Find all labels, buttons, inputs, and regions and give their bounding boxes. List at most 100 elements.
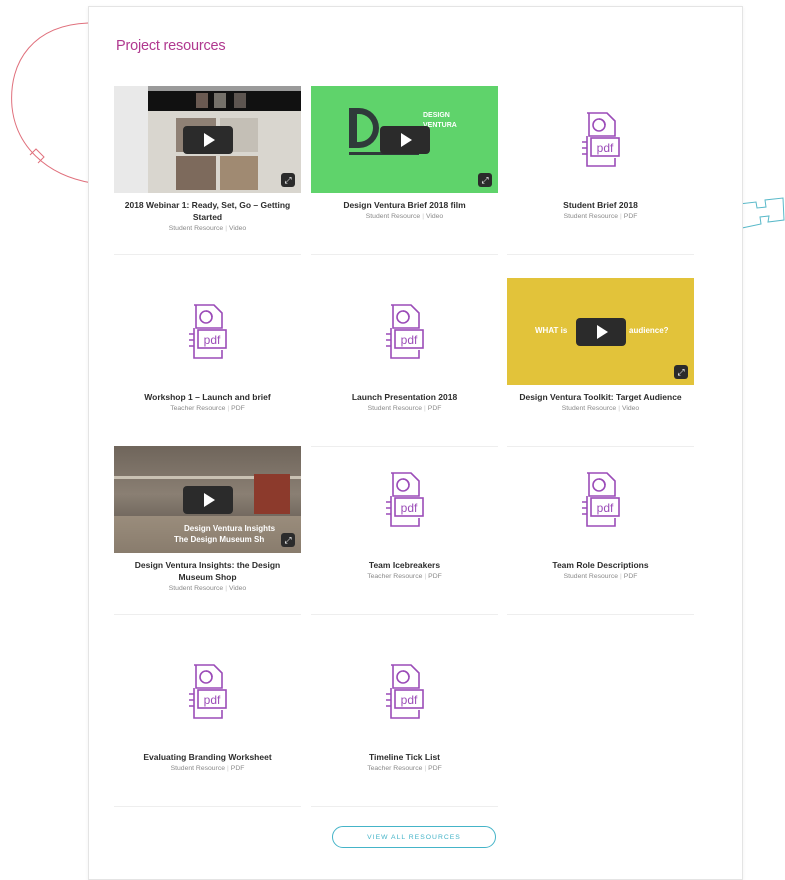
- card-divider: [507, 254, 694, 255]
- resource-meta: Student Resource | Video: [365, 213, 444, 220]
- resource-title[interactable]: Launch Presentation 2018: [311, 391, 498, 403]
- resource-meta: Student Resource | PDF: [367, 405, 442, 412]
- video-thumbnail[interactable]: WHAT is audience? ⤢: [507, 278, 694, 385]
- resource-card[interactable]: pdf Evaluating Branding Worksheet Student …: [114, 638, 301, 807]
- resource-meta: Student Resource | Video: [168, 225, 247, 232]
- resource-meta: Student Resource | PDF: [563, 213, 638, 220]
- resource-card[interactable]: Design Ventura Insights The Design Museum…: [114, 446, 301, 615]
- thumb-overlay-text: WHAT is: [535, 326, 568, 335]
- pdf-thumbnail[interactable]: pdf: [114, 278, 301, 385]
- pdf-file-icon: pdf: [188, 663, 227, 719]
- resource-type: PDF: [230, 765, 245, 772]
- resource-type: PDF: [428, 573, 442, 580]
- resource-category: Student Resource: [170, 765, 226, 772]
- resource-meta: Teacher Resource | PDF: [170, 405, 245, 412]
- pdf-thumbnail[interactable]: pdf: [507, 86, 694, 193]
- resource-title[interactable]: Timeline Tick List: [311, 751, 498, 763]
- resource-card[interactable]: pdf Student Brief 2018 Student Resource | PD…: [507, 86, 694, 255]
- pdf-file-icon: pdf: [188, 303, 227, 359]
- resource-card[interactable]: ⤢ 2018 Webinar 1: Ready, Set, Go – Gettin…: [114, 86, 301, 255]
- view-all-resources-button[interactable]: VIEW ALL RESOURCES: [332, 826, 496, 848]
- resource-type: Video: [228, 225, 247, 232]
- video-thumbnail[interactable]: DESIGN VENTURA ⤢: [311, 86, 498, 193]
- expand-icon[interactable]: ⤢: [281, 173, 295, 187]
- play-icon[interactable]: [575, 317, 626, 346]
- resource-title[interactable]: Workshop 1 – Launch and brief: [114, 391, 301, 403]
- resource-type: Video: [621, 405, 640, 412]
- resource-title[interactable]: Design Ventura Insights: the Design Muse…: [114, 559, 301, 583]
- resource-card[interactable]: pdf Timeline Tick List Teacher Resource | PD…: [311, 638, 498, 807]
- pdf-thumbnail[interactable]: pdf: [114, 638, 301, 745]
- expand-icon[interactable]: ⤢: [281, 533, 295, 547]
- resource-category: Student Resource: [367, 405, 423, 412]
- resource-type: PDF: [427, 405, 442, 412]
- resource-card[interactable]: pdf Team Icebreakers Teacher Resource | PDF: [311, 446, 498, 615]
- resource-type: PDF: [428, 765, 442, 772]
- resource-title[interactable]: Design Ventura Toolkit: Target Audience: [507, 391, 694, 403]
- resource-category: Student Resource: [561, 405, 617, 412]
- resource-card[interactable]: pdf Team Role Descriptions Student Resourc…: [507, 446, 694, 615]
- pdf-label: pdf: [203, 693, 220, 707]
- pdf-thumbnail[interactable]: pdf: [311, 446, 498, 553]
- pdf-thumbnail[interactable]: pdf: [311, 638, 498, 745]
- section-title: Project resources: [116, 38, 226, 54]
- video-thumbnail[interactable]: ⤢: [114, 86, 301, 193]
- thumb-overlay-text: The Design Museum Sh: [174, 535, 265, 544]
- card-divider: [114, 806, 301, 807]
- resource-category: Student Resource: [563, 573, 619, 580]
- resource-type: Video: [425, 213, 444, 220]
- pdf-file-icon: pdf: [385, 471, 424, 527]
- pdf-file-icon: pdf: [385, 663, 424, 719]
- thumb-overlay-text: audience?: [629, 326, 669, 335]
- resource-card[interactable]: pdf Workshop 1 – Launch and brief Teacher …: [114, 278, 301, 447]
- resource-type: PDF: [231, 405, 245, 412]
- resource-title[interactable]: Evaluating Branding Worksheet: [114, 751, 301, 763]
- expand-icon[interactable]: ⤢: [478, 173, 492, 187]
- resource-meta: Student Resource | PDF: [563, 573, 638, 580]
- resource-card[interactable]: WHAT is audience? ⤢ Design Ventura Toolkit:…: [507, 278, 694, 447]
- card-divider: [311, 614, 498, 615]
- play-icon[interactable]: [182, 485, 233, 514]
- thumb-overlay-text: DESIGN: [423, 112, 450, 119]
- pdf-label: pdf: [203, 333, 220, 347]
- pdf-label: pdf: [400, 693, 417, 707]
- resource-category: Teacher Resource: [170, 405, 226, 412]
- resource-type: PDF: [623, 213, 638, 220]
- resource-title[interactable]: 2018 Webinar 1: Ready, Set, Go – Getting…: [114, 199, 301, 223]
- resource-category: Teacher Resource: [367, 765, 423, 772]
- thumb-overlay-text: Design Ventura Insights: [184, 524, 276, 533]
- resource-meta: Student Resource | Video: [561, 405, 640, 412]
- resource-type: Video: [228, 585, 247, 592]
- card-divider: [311, 254, 498, 255]
- decorative-outline-right: [738, 197, 785, 229]
- play-icon[interactable]: [379, 125, 430, 154]
- resource-category: Student Resource: [365, 213, 421, 220]
- pdf-file-icon: pdf: [581, 471, 620, 527]
- pdf-label: pdf: [596, 501, 613, 515]
- resource-title[interactable]: Student Brief 2018: [507, 199, 694, 211]
- resource-title[interactable]: Team Role Descriptions: [507, 559, 694, 571]
- resource-meta: Teacher Resource | PDF: [367, 573, 442, 580]
- pdf-label: pdf: [400, 501, 417, 515]
- resource-category: Student Resource: [168, 585, 224, 592]
- card-divider: [311, 806, 498, 807]
- card-divider: [507, 614, 694, 615]
- resource-card[interactable]: pdf Launch Presentation 2018 Student Resou…: [311, 278, 498, 447]
- resource-title[interactable]: Team Icebreakers: [311, 559, 498, 571]
- play-icon[interactable]: [182, 125, 233, 154]
- pdf-thumbnail[interactable]: pdf: [311, 278, 498, 385]
- pdf-label: pdf: [596, 141, 613, 155]
- video-thumbnail[interactable]: Design Ventura Insights The Design Museum…: [114, 446, 301, 553]
- expand-icon[interactable]: ⤢: [674, 365, 688, 379]
- pdf-thumbnail[interactable]: pdf: [507, 446, 694, 553]
- resource-card[interactable]: DESIGN VENTURA ⤢ Design Ventura Brief 2018 …: [311, 86, 498, 255]
- resource-type: PDF: [623, 573, 638, 580]
- decorative-outline-left: [11, 22, 93, 184]
- resource-category: Student Resource: [168, 225, 224, 232]
- resource-meta: Teacher Resource | PDF: [367, 765, 442, 772]
- resource-title[interactable]: Design Ventura Brief 2018 film: [311, 199, 498, 211]
- resource-category: Teacher Resource: [367, 573, 423, 580]
- resource-category: Student Resource: [563, 213, 619, 220]
- resource-meta: Student Resource | Video: [168, 585, 247, 592]
- pdf-file-icon: pdf: [385, 303, 424, 359]
